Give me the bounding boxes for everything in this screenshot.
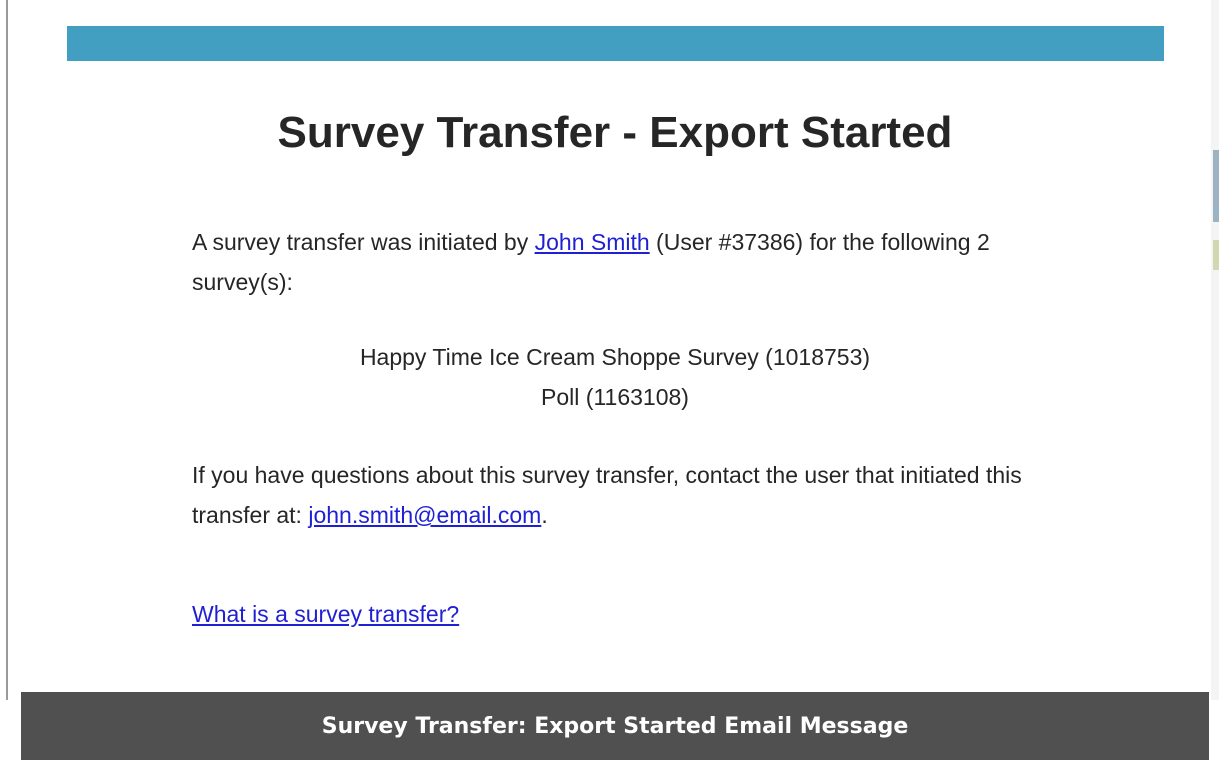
- user-link[interactable]: John Smith: [535, 229, 650, 255]
- caption-bar: Survey Transfer: Export Started Email Me…: [21, 692, 1209, 760]
- email-screenshot: Survey Transfer - Export Started A surve…: [0, 0, 1219, 765]
- caption-text: Survey Transfer: Export Started Email Me…: [321, 713, 909, 739]
- intro-paragraph: A survey transfer was initiated by John …: [192, 222, 1052, 302]
- what-is-survey-transfer-link[interactable]: What is a survey transfer?: [192, 601, 459, 627]
- intro-text: A survey transfer was initiated by: [192, 229, 535, 255]
- survey-item: Poll (1163108): [541, 384, 689, 410]
- email-link[interactable]: john.smith@email.com: [308, 502, 541, 528]
- survey-list: Happy Time Ice Cream Shoppe Survey (1018…: [0, 337, 1219, 417]
- email-title: Survey Transfer - Export Started: [277, 108, 953, 157]
- questions-period: .: [541, 502, 548, 528]
- help-link-wrapper: What is a survey transfer?: [192, 594, 459, 634]
- right-edge-mark: [1213, 240, 1219, 270]
- survey-item: Happy Time Ice Cream Shoppe Survey (1018…: [359, 344, 871, 370]
- right-edge-mark: [1213, 150, 1219, 222]
- questions-paragraph: If you have questions about this survey …: [192, 455, 1052, 535]
- email-header-bar: [67, 26, 1164, 61]
